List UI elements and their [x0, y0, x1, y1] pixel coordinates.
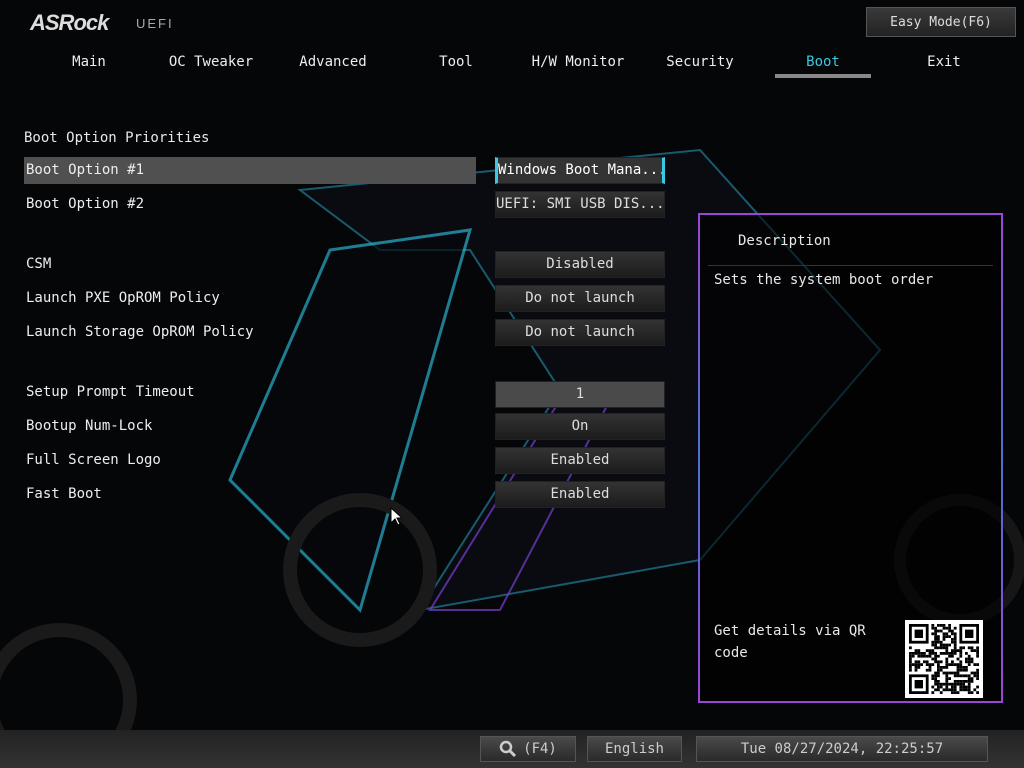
tab-boot[interactable]: Boot: [775, 52, 871, 78]
setting-full-screen-logo[interactable]: Full Screen Logo: [24, 447, 476, 474]
tab-hw-monitor[interactable]: H/W Monitor: [517, 52, 639, 78]
csm-value[interactable]: Disabled: [495, 251, 665, 278]
uefi-label: UEFI: [136, 16, 174, 31]
setting-storage-oprom[interactable]: Launch Storage OpROM Policy: [24, 319, 476, 346]
setting-pxe-oprom[interactable]: Launch PXE OpROM Policy: [24, 285, 476, 312]
full-screen-logo-value[interactable]: Enabled: [495, 447, 665, 474]
setup-prompt-timeout-input[interactable]: 1: [495, 381, 665, 408]
num-lock-value[interactable]: On: [495, 413, 665, 440]
pxe-oprom-value[interactable]: Do not launch: [495, 285, 665, 312]
setting-boot-option-2[interactable]: Boot Option #2: [24, 191, 476, 218]
boot-option-1-value[interactable]: Windows Boot Mana...: [495, 157, 665, 184]
divider: [708, 265, 993, 266]
section-title: Boot Option Priorities: [24, 130, 210, 146]
datetime-display: Tue 08/27/2024, 22:25:57: [696, 736, 988, 762]
tab-advanced[interactable]: Advanced: [272, 52, 394, 78]
qr-caption: Get details via QR code: [714, 623, 866, 661]
setting-fast-boot[interactable]: Fast Boot: [24, 481, 476, 508]
search-shortcut: (F4): [523, 741, 557, 757]
tab-security[interactable]: Security: [639, 52, 761, 78]
tab-exit[interactable]: Exit: [883, 52, 1005, 78]
setting-num-lock[interactable]: Bootup Num-Lock: [24, 413, 476, 440]
tab-oc-tweaker[interactable]: OC Tweaker: [150, 52, 272, 78]
setting-setup-prompt-timeout[interactable]: Setup Prompt Timeout: [24, 379, 476, 406]
description-panel: Description Sets the system boot order G…: [698, 213, 1003, 703]
setting-csm[interactable]: CSM: [24, 251, 476, 278]
asrock-logo: ASRock: [30, 10, 109, 35]
search-icon: [499, 740, 517, 758]
fast-boot-value[interactable]: Enabled: [495, 481, 665, 508]
boot-option-2-value[interactable]: UEFI: SMI USB DIS...: [495, 191, 665, 218]
setting-boot-option-1[interactable]: Boot Option #1: [24, 157, 476, 184]
qr-code: [905, 620, 983, 698]
tab-tool[interactable]: Tool: [395, 52, 517, 78]
tab-main[interactable]: Main: [28, 52, 150, 78]
easy-mode-button[interactable]: Easy Mode(F6): [866, 7, 1016, 37]
storage-oprom-value[interactable]: Do not launch: [495, 319, 665, 346]
mouse-cursor-icon: [390, 507, 402, 526]
description-title: Description: [738, 233, 831, 249]
footer-bar: (F4) English Tue 08/27/2024, 22:25:57: [0, 730, 1024, 768]
main-tabs: Main OC Tweaker Advanced Tool H/W Monito…: [28, 52, 1008, 80]
language-button[interactable]: English: [587, 736, 682, 762]
search-button[interactable]: (F4): [480, 736, 576, 762]
description-text: Sets the system boot order: [714, 272, 934, 288]
